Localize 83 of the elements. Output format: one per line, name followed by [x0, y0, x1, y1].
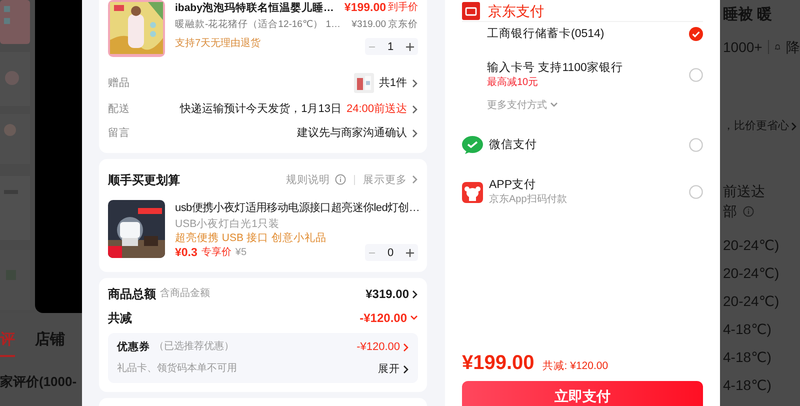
- original-price: ¥5: [235, 246, 247, 260]
- background-size: 4-18℃): [723, 348, 772, 366]
- increase-button[interactable]: [406, 248, 414, 256]
- radio-icon[interactable]: [689, 185, 703, 199]
- background-size: 4-18℃): [723, 320, 772, 338]
- quantity-value: 1: [387, 40, 394, 54]
- chevron-right-icon: [403, 364, 409, 374]
- detail-label: 配送: [108, 102, 130, 117]
- price-label: 专享价: [201, 246, 232, 260]
- product-tags: 超亮便携 USB 接口 创意小礼品: [175, 230, 326, 246]
- price-label: 京东价: [388, 18, 418, 32]
- chevron-right-icon: [412, 78, 418, 88]
- delivery-estimate: 快递运输预计今天发货，1月13日: [180, 102, 342, 117]
- background-size: 20-24℃): [723, 264, 780, 282]
- chevron-right-icon: [403, 342, 409, 352]
- plus-icon: [406, 248, 414, 256]
- chevron-right-icon: [412, 175, 418, 184]
- radio-icon[interactable]: [689, 68, 703, 82]
- detail-label: 赠品: [108, 76, 130, 91]
- chevron-down-icon: [410, 315, 418, 321]
- minus-icon: [369, 44, 375, 50]
- gift-count: 共1件: [378, 76, 407, 91]
- total-label: 商品总额: [108, 286, 156, 302]
- payment-option[interactable]: 微信支付: [489, 137, 537, 153]
- chevron-right-icon: [412, 128, 418, 138]
- message-hint: 建议先与商家沟通确认: [297, 126, 407, 141]
- background-count: 1000+: [723, 38, 762, 56]
- addon-price: ¥0.3: [175, 246, 198, 260]
- payment-option[interactable]: 输入卡号 支持1100家银行: [487, 60, 623, 76]
- discount-amount: -¥120.00: [360, 310, 407, 326]
- coupon-label: 优惠券: [117, 340, 150, 355]
- coupon-amount: -¥120.00: [356, 340, 400, 355]
- chevron-right-icon: [791, 122, 797, 130]
- detail-label: 留言: [108, 126, 130, 141]
- discount-label: 共减: [108, 310, 132, 326]
- delivery-deadline: 24:00前送达: [346, 102, 407, 117]
- background-tab-label: 评: [0, 330, 15, 356]
- pay-discount: 共减: ¥120.00: [542, 359, 608, 374]
- plus-icon: [406, 42, 414, 50]
- payment-option[interactable]: APP支付: [489, 177, 567, 193]
- background-title: 睡被 暖: [723, 6, 774, 24]
- background-size: 4-18℃): [723, 376, 772, 394]
- decrease-button[interactable]: [369, 44, 375, 50]
- list-price: ¥319.00: [352, 18, 386, 32]
- pay-now-button[interactable]: 立即支付: [462, 381, 703, 406]
- promo-text: 最高减10元: [487, 76, 540, 90]
- coupon-note: （已选推荐优惠）: [154, 340, 234, 354]
- option-subtitle: 京东App扫码付款: [489, 193, 567, 207]
- price-label: 到手价: [388, 0, 418, 15]
- product-spec: USB小夜灯白光1只装: [175, 216, 280, 232]
- info-icon: [743, 206, 754, 216]
- check-icon[interactable]: [689, 27, 703, 41]
- wechat-icon: [462, 136, 483, 154]
- quantity-value: 0: [387, 246, 394, 260]
- gift-card-note: 礼品卡、领货码本单不可用: [117, 362, 237, 376]
- final-price: ¥199.00: [344, 1, 386, 16]
- chevron-right-icon: [412, 290, 418, 298]
- total-amount: ¥319.00: [366, 286, 409, 302]
- payment-title: 京东支付: [488, 2, 544, 20]
- product-title: ibaby泡泡玛特联名恒温婴儿睡…: [175, 1, 334, 16]
- background-alert-label: 降: [786, 38, 800, 56]
- return-policy: 支持7天无理由退货: [175, 36, 261, 51]
- product-title: usb便携小夜灯适用移动电源接口超亮迷你led灯创…: [175, 200, 418, 216]
- background-note: 部: [723, 202, 737, 220]
- total-note: 含商品金额: [160, 286, 210, 301]
- pay-total: ¥199.00: [462, 351, 534, 376]
- info-icon: [335, 174, 346, 185]
- expand-link[interactable]: 展开: [378, 361, 400, 377]
- background-size: 20-24℃): [723, 236, 780, 254]
- background-tab-label: 店铺: [35, 330, 65, 350]
- radio-icon[interactable]: [689, 138, 703, 152]
- app-icon: [462, 182, 483, 202]
- product-spec: 暖融款-花花猪仔（适合12-16℃） 1…: [175, 18, 341, 32]
- increase-button[interactable]: [406, 42, 414, 50]
- decrease-button[interactable]: [369, 250, 375, 256]
- background-size: 20-24℃): [723, 292, 780, 310]
- section-title: 顺手买更划算: [108, 172, 180, 188]
- background-delivery: 前送达: [723, 182, 766, 200]
- minus-icon: [369, 250, 375, 256]
- background-heading: 家评价(1000-: [0, 373, 78, 391]
- chevron-down-icon: [550, 102, 558, 108]
- chevron-right-icon: [412, 104, 418, 114]
- payment-option[interactable]: 工商银行储蓄卡(0514): [487, 26, 604, 42]
